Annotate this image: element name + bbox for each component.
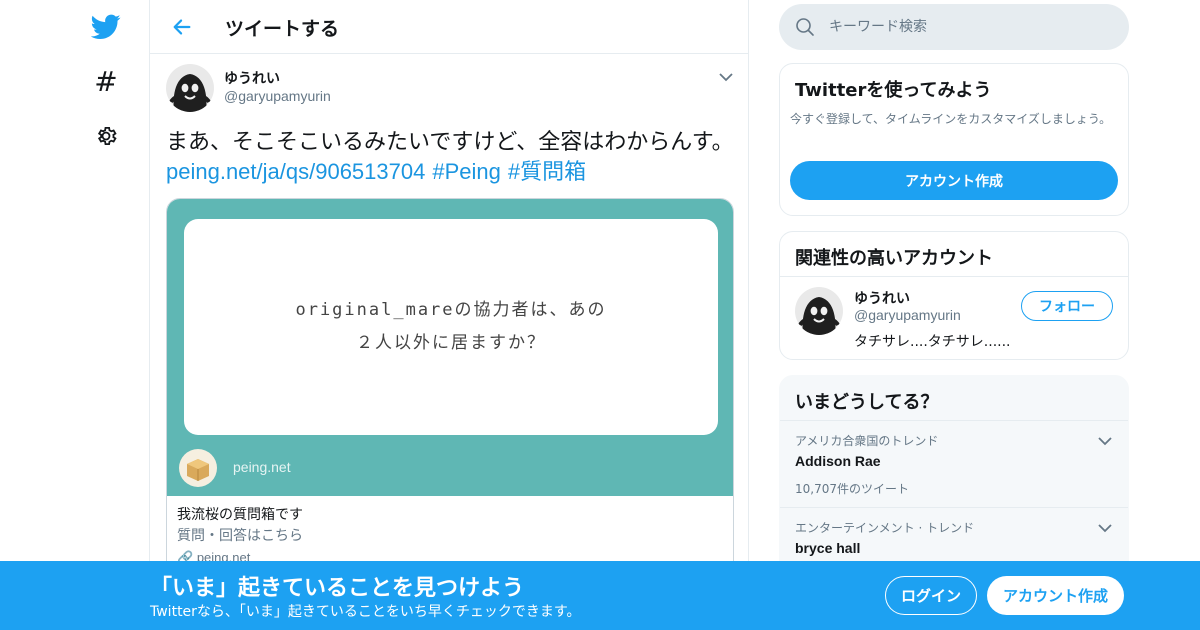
- card-question-line1: original_mareの協力者は、あの: [295, 300, 607, 320]
- card-question-line2: ２人以外に居ますか？: [356, 333, 546, 353]
- search-icon: [795, 17, 815, 37]
- hashtag-question-box[interactable]: #質問箱: [508, 159, 586, 184]
- tweet-body: まあ、そこそこいるみたいですけど、全容はわからんす。: [166, 130, 734, 155]
- hashtag-icon[interactable]: #: [88, 64, 124, 100]
- hashtag-peing[interactable]: #Peing: [432, 159, 501, 184]
- follow-button[interactable]: フォロー: [1021, 291, 1113, 321]
- chevron-down-icon[interactable]: [1096, 519, 1114, 537]
- signup-banner: 「いま」起きていることを見つけよう Twitterなら、「いま」起きていることを…: [0, 561, 1200, 630]
- search-bar[interactable]: [779, 4, 1129, 50]
- avatar[interactable]: [166, 64, 214, 112]
- page-title: ツイートする: [225, 18, 340, 40]
- author-handle[interactable]: @garyupamyurin: [224, 88, 331, 104]
- related-bio: タチサレ....タチサレ......: [854, 334, 1011, 350]
- related-accounts: 関連性の高いアカウント ゆうれい @garyupamyurin タチサレ....…: [779, 231, 1129, 360]
- trends-title: いまどうしてる？: [795, 392, 939, 413]
- trend-name: Addison Rae: [795, 453, 881, 469]
- gear-icon[interactable]: [88, 118, 124, 154]
- link-card[interactable]: original_mareの協力者は、あの ２人以外に居ますか？ peing.n…: [166, 198, 734, 578]
- signup-box-title: Twitterを使ってみよう: [795, 80, 992, 101]
- signup-box: Twitterを使ってみよう 今すぐ登録して、タイムラインをカスタマイズしましょ…: [779, 63, 1129, 216]
- login-button[interactable]: ログイン: [885, 576, 977, 615]
- hashtag-glyph: #: [94, 65, 118, 98]
- trend-context: エンターテインメント · トレンド: [795, 521, 975, 535]
- related-title: 関連性の高いアカウント: [795, 248, 993, 269]
- signup-box-description: 今すぐ登録して、タイムラインをカスタマイズしましょう。: [790, 112, 1112, 126]
- trend-name: bryce hall: [795, 540, 861, 556]
- tweet-link[interactable]: peing.net/ja/qs/906513704: [166, 159, 425, 184]
- chevron-down-icon[interactable]: [717, 68, 735, 86]
- trend-context: アメリカ合衆国のトレンド: [795, 434, 939, 448]
- related-handle[interactable]: @garyupamyurin: [854, 307, 961, 323]
- signup-button[interactable]: アカウント作成: [987, 576, 1124, 615]
- avatar[interactable]: [795, 287, 843, 335]
- tweet-text: まあ、そこそこいるみたいですけど、全容はわからんす。 peing.net/ja/…: [166, 128, 734, 187]
- banner-title: 「いま」起きていることを見つけよう: [150, 576, 525, 601]
- center-column: ツイートする ゆうれい @garyupamyurin まあ、そこそこいるみたいで…: [149, 0, 749, 630]
- trend-item[interactable]: アメリカ合衆国のトレンド Addison Rae 10,707件のツイート: [780, 420, 1128, 507]
- related-name[interactable]: ゆうれい: [854, 288, 910, 308]
- card-title: 我流桜の質問箱です: [177, 507, 303, 523]
- banner-subtitle: Twitterなら、「いま」起きていることをいち早くチェックできます。: [150, 604, 581, 620]
- box-logo-icon: [179, 449, 217, 487]
- trend-count: 10,707件のツイート: [795, 482, 909, 496]
- search-input[interactable]: [829, 14, 1109, 40]
- back-arrow-icon[interactable]: [168, 13, 196, 41]
- divider: [780, 276, 1128, 277]
- create-account-button[interactable]: アカウント作成: [790, 161, 1118, 200]
- card-brand: peing.net: [233, 459, 291, 475]
- chevron-down-icon[interactable]: [1096, 432, 1114, 450]
- card-description: 質問・回答はこちら: [177, 528, 303, 544]
- card-image: original_mareの協力者は、あの ２人以外に居ますか？ peing.n…: [167, 199, 733, 496]
- card-question-paper: original_mareの協力者は、あの ２人以外に居ますか？: [184, 219, 718, 435]
- page-header: ツイートする: [150, 0, 748, 54]
- twitter-bird-icon[interactable]: [88, 9, 124, 45]
- author-name[interactable]: ゆうれい: [224, 68, 280, 88]
